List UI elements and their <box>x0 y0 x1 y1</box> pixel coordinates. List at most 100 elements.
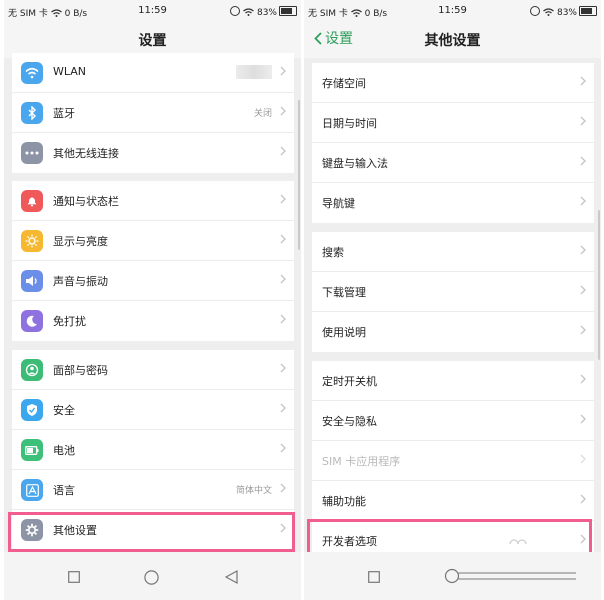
wifi-signal-icon <box>243 8 254 16</box>
battery-icon <box>21 439 43 461</box>
settings-item-label: 日期与时间 <box>322 117 377 130</box>
navigation-bar <box>4 552 301 600</box>
page-header: 设置 其他设置 <box>304 22 601 58</box>
settings-item-label: WLAN <box>53 65 87 78</box>
settings-item-face-password[interactable]: 面部与密码 <box>12 350 294 390</box>
settings-item-label: SIM 卡应用程序 <box>322 455 401 468</box>
chevron-right-icon <box>580 325 586 335</box>
status-bar: 无 SIM 卡 0 B/s 11:59 83% <box>4 0 301 22</box>
navigation-bar <box>304 552 601 600</box>
settings-item-label: 声音与振动 <box>53 275 108 288</box>
settings-item-label: 下载管理 <box>322 286 366 299</box>
back-button-icon[interactable] <box>225 570 238 584</box>
battery-status-icon <box>579 6 597 16</box>
chevron-right-icon <box>280 443 286 453</box>
settings-item-security[interactable]: 安全 <box>12 390 294 430</box>
chevron-right-icon <box>280 483 286 493</box>
chevron-right-icon <box>280 66 286 76</box>
moon-icon <box>21 310 43 332</box>
settings-item-language[interactable]: 语言 简体中文 <box>12 470 294 510</box>
chevron-right-icon <box>280 274 286 284</box>
settings-item-label: 通知与状态栏 <box>53 195 119 208</box>
settings-item-display[interactable]: 显示与亮度 <box>12 221 294 261</box>
sun-icon <box>21 230 43 252</box>
settings-item-wlan[interactable]: WLAN <box>12 53 294 93</box>
settings-item-label: 免打扰 <box>53 315 86 328</box>
settings-item-battery[interactable]: 电池 <box>12 430 294 470</box>
chevron-right-icon <box>580 494 586 504</box>
settings-item-nav-keys[interactable]: 导航键 <box>312 183 594 223</box>
settings-item-label: 语言 <box>53 484 75 497</box>
settings-item-date-time[interactable]: 日期与时间 <box>312 103 594 143</box>
settings-item-label: 电池 <box>53 444 75 457</box>
page-title: 其他设置 <box>424 33 481 49</box>
settings-item-label: 存储空间 <box>322 77 366 90</box>
settings-item-label: 显示与亮度 <box>53 235 108 248</box>
battery-status-icon <box>279 6 297 16</box>
scrollbar[interactable] <box>598 210 600 360</box>
chevron-right-icon <box>280 314 286 324</box>
recents-button-icon[interactable] <box>68 571 80 583</box>
highlight-box <box>8 512 295 552</box>
settings-item-label: 辅助功能 <box>322 495 366 508</box>
settings-item-label: 使用说明 <box>322 326 366 339</box>
status-bar: 无 SIM 卡 0 B/s 11:59 83% <box>304 0 601 22</box>
home-button-icon[interactable] <box>144 570 159 585</box>
settings-item-label: 键盘与输入法 <box>322 157 388 170</box>
language-value: 简体中文 <box>235 486 272 496</box>
chevron-right-icon <box>280 234 286 244</box>
settings-item-search[interactable]: 搜索 <box>312 232 594 272</box>
settings-item-label: 导航键 <box>322 197 355 210</box>
chevron-right-icon <box>580 454 586 464</box>
settings-item-label: 面部与密码 <box>53 364 108 377</box>
home-swipe-icon[interactable] <box>444 568 579 584</box>
bluetooth-icon <box>21 102 43 124</box>
settings-group-connectivity: WLAN 蓝牙 关闭 其他无线连接 <box>12 53 294 173</box>
settings-item-keyboard[interactable]: 键盘与输入法 <box>312 143 594 183</box>
settings-item-bluetooth[interactable]: 蓝牙 关闭 <box>12 93 294 133</box>
settings-item-label: 安全 <box>53 404 75 417</box>
settings-item-label: 安全与隐私 <box>322 415 377 428</box>
more-dots-icon <box>21 142 43 164</box>
settings-item-storage[interactable]: 存储空间 <box>312 63 594 103</box>
settings-item-notifications[interactable]: 通知与状态栏 <box>12 181 294 221</box>
settings-item-label: 定时开关机 <box>322 375 377 388</box>
settings-item-do-not-disturb[interactable]: 免打扰 <box>12 301 294 341</box>
settings-item-security-privacy[interactable]: 安全与隐私 <box>312 401 594 441</box>
settings-item-label: 蓝牙 <box>53 107 75 120</box>
chevron-right-icon <box>580 116 586 126</box>
chevron-right-icon <box>280 194 286 204</box>
chevron-right-icon <box>580 76 586 86</box>
page-title: 设置 <box>138 33 167 49</box>
battery-percent-text: 83% <box>256 8 277 18</box>
settings-item-downloads[interactable]: 下载管理 <box>312 272 594 312</box>
settings-item-other-wireless[interactable]: 其他无线连接 <box>12 133 294 173</box>
settings-screen: 无 SIM 卡 0 B/s 11:59 83% 设置 WLAN 蓝牙 关闭 其他… <box>4 0 301 600</box>
language-icon <box>21 479 43 501</box>
other-settings-group-1: 存储空间 日期与时间 键盘与输入法 导航键 <box>312 63 594 223</box>
chevron-right-icon <box>580 156 586 166</box>
chevron-right-icon <box>580 196 586 206</box>
chevron-right-icon <box>280 146 286 156</box>
recents-button-icon[interactable] <box>368 571 380 583</box>
battery-percent-text: 83% <box>556 8 577 18</box>
speaker-icon <box>21 270 43 292</box>
chevron-right-icon <box>580 374 586 384</box>
settings-item-accessibility[interactable]: 辅助功能 <box>312 481 594 521</box>
settings-item-scheduled-power[interactable]: 定时开关机 <box>312 361 594 401</box>
settings-item-sim-toolkit: SIM 卡应用程序 <box>312 441 594 481</box>
chevron-right-icon <box>580 285 586 295</box>
scrollbar[interactable] <box>298 100 300 250</box>
screenshot-pair: 无 SIM 卡 0 B/s 11:59 83% 设置 WLAN 蓝牙 关闭 其他… <box>0 0 604 600</box>
settings-item-user-guide[interactable]: 使用说明 <box>312 312 594 352</box>
alarm-icon <box>229 6 240 16</box>
other-settings-screen: 无 SIM 卡 0 B/s 11:59 83% 设置 其他设置 存储空间 日期与… <box>304 0 601 600</box>
chevron-right-icon <box>280 403 286 413</box>
chevron-right-icon <box>580 245 586 255</box>
settings-group-notifications: 通知与状态栏 显示与亮度 声音与振动 免打扰 <box>12 181 294 341</box>
settings-item-sound[interactable]: 声音与振动 <box>12 261 294 301</box>
shield-icon <box>21 399 43 421</box>
settings-item-label: 搜索 <box>322 246 344 259</box>
chevron-right-icon <box>580 414 586 424</box>
wifi-icon <box>21 62 43 84</box>
